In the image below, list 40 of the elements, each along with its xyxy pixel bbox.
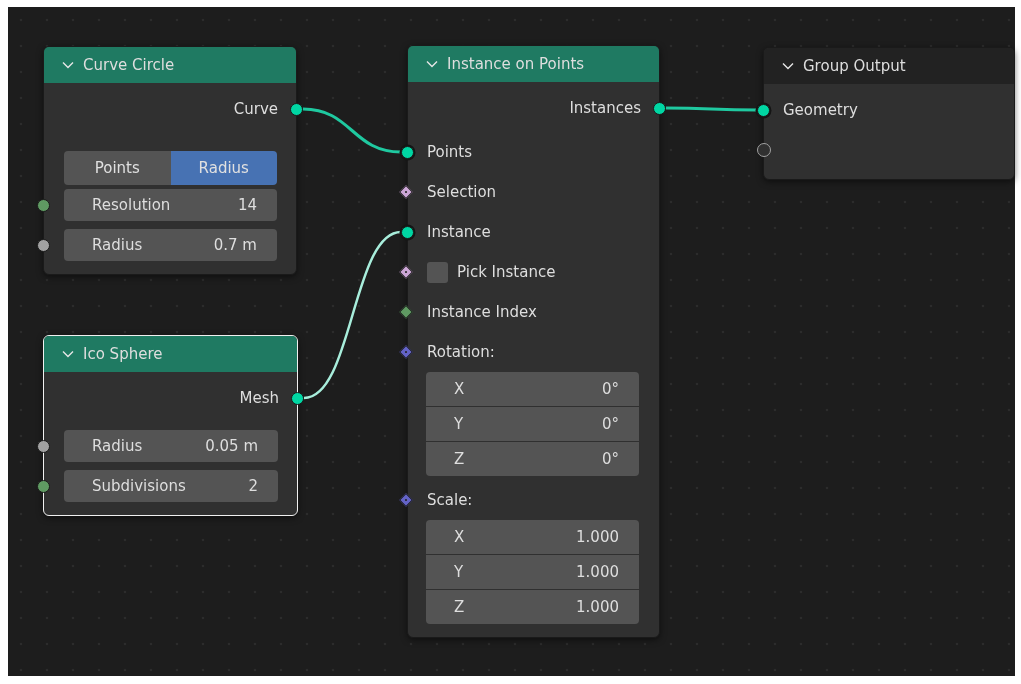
socket-label: Scale:	[427, 491, 473, 509]
socket-label: Instance	[427, 223, 491, 241]
number-field[interactable]: Z 1.000	[426, 590, 639, 624]
circle-socket-icon[interactable]	[757, 143, 771, 157]
circle-socket-icon[interactable]	[757, 103, 770, 117]
node-title: Ico Sphere	[83, 345, 163, 363]
socket-label: Geometry	[783, 101, 858, 119]
number-field[interactable]: Radius 0.05 m	[64, 430, 278, 462]
node-title: Curve Circle	[83, 56, 175, 74]
circle-socket-icon[interactable]	[37, 439, 50, 453]
circle-socket-icon[interactable]	[291, 391, 304, 405]
circle-socket-icon[interactable]	[653, 101, 666, 115]
node-title: Instance on Points	[447, 55, 585, 73]
number-field[interactable]: X 1.000	[426, 520, 639, 554]
circle-socket-icon[interactable]	[401, 225, 414, 239]
socket-label: Points	[427, 143, 473, 161]
socket-label: Curve	[233, 100, 278, 118]
socket-label: Instances	[569, 99, 641, 117]
number-field[interactable]: Y 0°	[426, 407, 639, 441]
number-field[interactable]: Radius 0.7 m	[64, 229, 277, 261]
number-field[interactable]: Z 0°	[426, 442, 639, 476]
checkbox[interactable]	[427, 261, 448, 283]
circle-socket-icon[interactable]	[37, 479, 50, 493]
circle-socket-icon[interactable]	[401, 145, 414, 159]
checkbox-label: Pick Instance	[457, 263, 556, 281]
number-field[interactable]: Subdivisions 2	[64, 470, 278, 502]
mode-button[interactable]: Radius	[170, 151, 277, 185]
number-field[interactable]: X 0°	[426, 372, 639, 406]
mode-button[interactable]: Points	[64, 151, 171, 185]
socket-label: Mesh	[239, 389, 279, 407]
node-title: Group Output	[803, 57, 906, 75]
circle-socket-icon[interactable]	[290, 102, 303, 116]
number-field[interactable]: Resolution 14	[64, 189, 277, 221]
socket-label: Rotation:	[427, 343, 495, 361]
socket-label: Selection	[427, 183, 497, 201]
chevron-icon[interactable]	[782, 62, 794, 70]
number-field[interactable]: Y 1.000	[426, 555, 639, 589]
circle-socket-icon[interactable]	[37, 198, 50, 212]
socket-label: Instance Index	[427, 303, 537, 321]
circle-socket-icon[interactable]	[37, 238, 50, 252]
